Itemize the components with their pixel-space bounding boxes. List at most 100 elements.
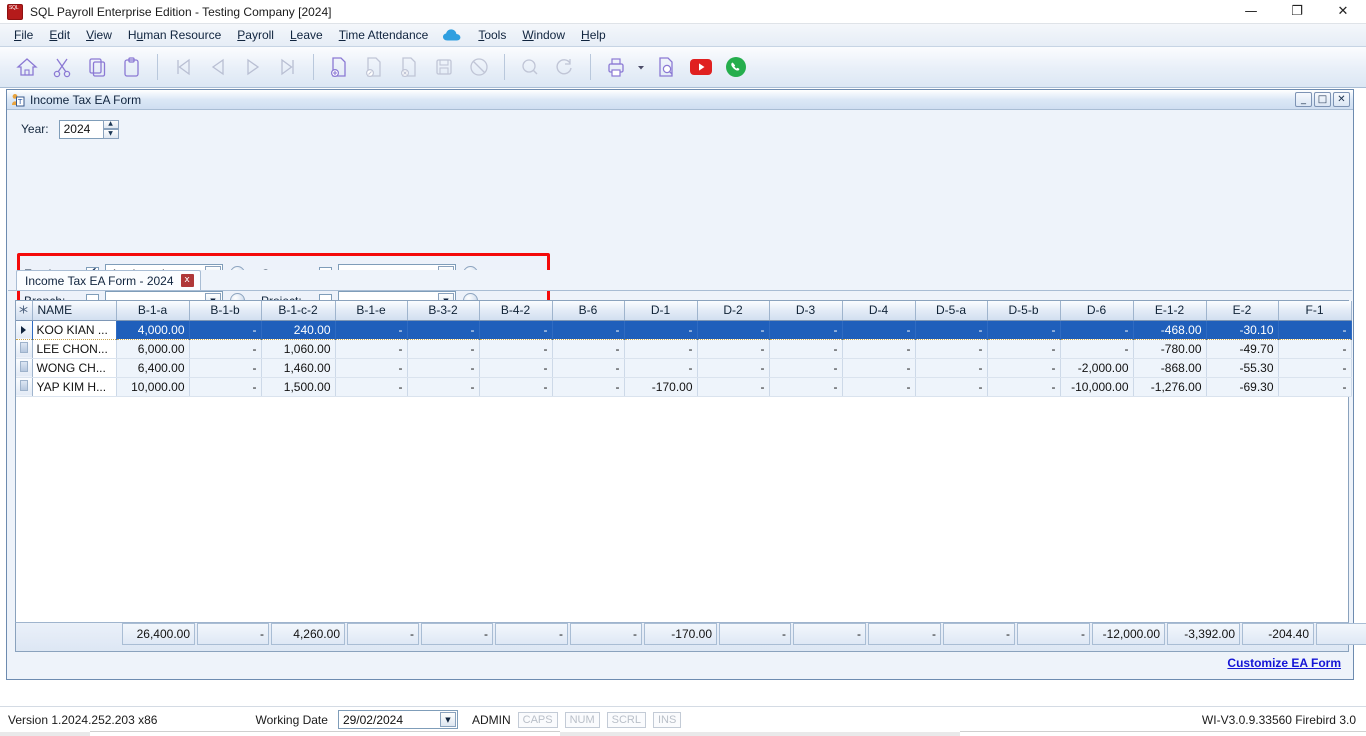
working-date-input[interactable]: 29/02/2024 ▼ <box>338 710 458 729</box>
next-record-icon[interactable] <box>236 51 270 83</box>
year-input[interactable]: 2024 <box>59 120 103 139</box>
cell-d-4[interactable]: - <box>842 377 915 396</box>
cell-e-1-2[interactable]: -1,276.00 <box>1133 377 1206 396</box>
cell-d-4[interactable]: - <box>842 339 915 358</box>
print-icon[interactable] <box>599 51 633 83</box>
cell-d-2[interactable]: - <box>697 377 769 396</box>
customize-ea-form-link[interactable]: Customize EA Form <box>1227 656 1341 670</box>
tab-income-tax-ea-form[interactable]: Income Tax EA Form - 2024 x <box>16 270 201 290</box>
column-header-b-4-2[interactable]: B-4-2 <box>479 301 552 320</box>
cell-d-5-b[interactable]: - <box>987 320 1060 339</box>
save-icon[interactable] <box>427 51 461 83</box>
cell-b-6[interactable]: - <box>552 339 624 358</box>
cell-e-2[interactable]: -49.70 <box>1206 339 1278 358</box>
cell-d-3[interactable]: - <box>769 320 842 339</box>
column-header-f-1[interactable]: F-1 <box>1278 301 1351 320</box>
cell-f-1[interactable]: - <box>1278 358 1351 377</box>
cell-d-4[interactable]: - <box>842 358 915 377</box>
cell-b-1-a[interactable]: 10,000.00 <box>116 377 189 396</box>
cell-d-3[interactable]: - <box>769 358 842 377</box>
cloud-icon[interactable] <box>442 28 464 42</box>
menu-window[interactable]: Window <box>514 25 573 45</box>
cell-d-5-b[interactable]: - <box>987 358 1060 377</box>
column-header-b-1-c-2[interactable]: B-1-c-2 <box>261 301 335 320</box>
tab-close-icon[interactable]: x <box>181 274 194 287</box>
cell-f-1[interactable]: - <box>1278 320 1351 339</box>
cell-b-1-b[interactable]: - <box>189 358 261 377</box>
cell-f-1[interactable]: - <box>1278 377 1351 396</box>
cell-d-6[interactable]: -10,000.00 <box>1060 377 1133 396</box>
last-record-icon[interactable] <box>271 51 305 83</box>
paste-icon[interactable] <box>115 51 149 83</box>
menu-edit[interactable]: Edit <box>41 25 78 45</box>
close-icon[interactable]: ✕ <box>1320 0 1366 24</box>
menu-file[interactable]: File <box>6 25 41 45</box>
cell-b-1-b[interactable]: - <box>189 377 261 396</box>
cell-d-5-a[interactable]: - <box>915 358 987 377</box>
table-row[interactable]: YAP KIM H... 10,000.00 - 1,500.00 - - - … <box>16 377 1351 396</box>
cell-f-1[interactable]: - <box>1278 339 1351 358</box>
cell-d-5-a[interactable]: - <box>915 339 987 358</box>
new-document-icon[interactable] <box>322 51 356 83</box>
menu-human-resource[interactable]: Human Resource <box>120 25 229 45</box>
cell-b-1-c-2[interactable]: 1,500.00 <box>261 377 335 396</box>
year-spinner[interactable]: 2024 ▲ ▼ <box>59 120 119 139</box>
cell-d-5-a[interactable]: - <box>915 320 987 339</box>
copy-icon[interactable] <box>80 51 114 83</box>
cell-b-1-b[interactable]: - <box>189 320 261 339</box>
cell-e-2[interactable]: -30.10 <box>1206 320 1278 339</box>
cell-d-5-b[interactable]: - <box>987 377 1060 396</box>
cell-b-3-2[interactable]: - <box>407 320 479 339</box>
column-header-b-6[interactable]: B-6 <box>552 301 624 320</box>
column-header-b-1-a[interactable]: B-1-a <box>116 301 189 320</box>
cell-d-1[interactable]: -170.00 <box>624 377 697 396</box>
cell-b-4-2[interactable]: - <box>479 339 552 358</box>
cell-d-2[interactable]: - <box>697 320 769 339</box>
cell-b-1-e[interactable]: - <box>335 320 407 339</box>
column-header-name[interactable]: NAME <box>32 301 116 320</box>
cell-d-2[interactable]: - <box>697 339 769 358</box>
menu-view[interactable]: View <box>78 25 120 45</box>
column-header-e-2[interactable]: E-2 <box>1206 301 1278 320</box>
cell-d-3[interactable]: - <box>769 339 842 358</box>
cell-name[interactable]: LEE CHON... <box>32 339 116 358</box>
table-row[interactable]: WONG CH... 6,400.00 - 1,460.00 - - - - -… <box>16 358 1351 377</box>
cell-d-3[interactable]: - <box>769 377 842 396</box>
cell-d-2[interactable]: - <box>697 358 769 377</box>
cell-d-5-b[interactable]: - <box>987 339 1060 358</box>
cell-b-4-2[interactable]: - <box>479 320 552 339</box>
menu-time-attendance[interactable]: Time Attendance <box>331 25 437 45</box>
delete-document-icon[interactable] <box>392 51 426 83</box>
maximize-icon[interactable]: ❐ <box>1274 0 1320 24</box>
cell-b-3-2[interactable]: - <box>407 358 479 377</box>
column-header-e-1-2[interactable]: E-1-2 <box>1133 301 1206 320</box>
cell-b-1-a[interactable]: 6,000.00 <box>116 339 189 358</box>
column-header-b-1-b[interactable]: B-1-b <box>189 301 261 320</box>
column-header-b-3-2[interactable]: B-3-2 <box>407 301 479 320</box>
cell-b-4-2[interactable]: - <box>479 377 552 396</box>
year-spin-down-icon[interactable]: ▼ <box>103 129 119 139</box>
cell-e-1-2[interactable]: -868.00 <box>1133 358 1206 377</box>
edit-document-icon[interactable] <box>357 51 391 83</box>
column-header-d-4[interactable]: D-4 <box>842 301 915 320</box>
table-row[interactable]: LEE CHON... 6,000.00 - 1,060.00 - - - - … <box>16 339 1351 358</box>
cell-b-1-a[interactable]: 6,400.00 <box>116 358 189 377</box>
mdi-close-icon[interactable]: ✕ <box>1333 92 1350 107</box>
cell-name[interactable]: YAP KIM H... <box>32 377 116 396</box>
cell-b-1-c-2[interactable]: 1,060.00 <box>261 339 335 358</box>
cell-d-6[interactable]: -2,000.00 <box>1060 358 1133 377</box>
menu-leave[interactable]: Leave <box>282 25 331 45</box>
ea-form-grid[interactable]: NAME B-1-a B-1-b B-1-c-2 B-1-e B-3-2 B-4… <box>15 300 1349 640</box>
print-dropdown-icon[interactable] <box>634 51 648 83</box>
cell-b-6[interactable]: - <box>552 377 624 396</box>
column-header-d-1[interactable]: D-1 <box>624 301 697 320</box>
whatsapp-icon[interactable] <box>719 51 753 83</box>
cell-b-1-e[interactable]: - <box>335 358 407 377</box>
cell-e-2[interactable]: -69.30 <box>1206 377 1278 396</box>
table-row[interactable]: KOO KIAN ... 4,000.00 - 240.00 - - - - -… <box>16 320 1351 339</box>
column-header-d-6[interactable]: D-6 <box>1060 301 1133 320</box>
grid-empty-area[interactable] <box>16 397 1348 640</box>
mdi-maximize-icon[interactable]: □ <box>1314 92 1331 107</box>
cell-b-1-c-2[interactable]: 1,460.00 <box>261 358 335 377</box>
cell-d-4[interactable]: - <box>842 320 915 339</box>
